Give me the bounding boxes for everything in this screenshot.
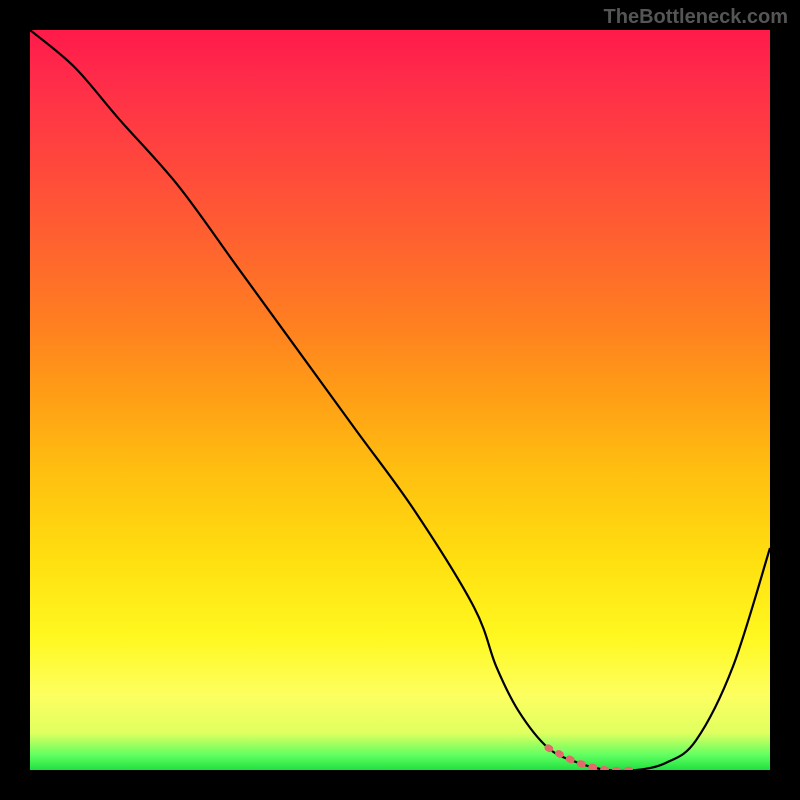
flat-region-marker — [548, 748, 637, 770]
watermark-text: TheBottleneck.com — [604, 6, 788, 29]
bottleneck-curve — [30, 30, 770, 770]
chart-svg — [30, 30, 770, 770]
chart-background — [30, 30, 770, 770]
